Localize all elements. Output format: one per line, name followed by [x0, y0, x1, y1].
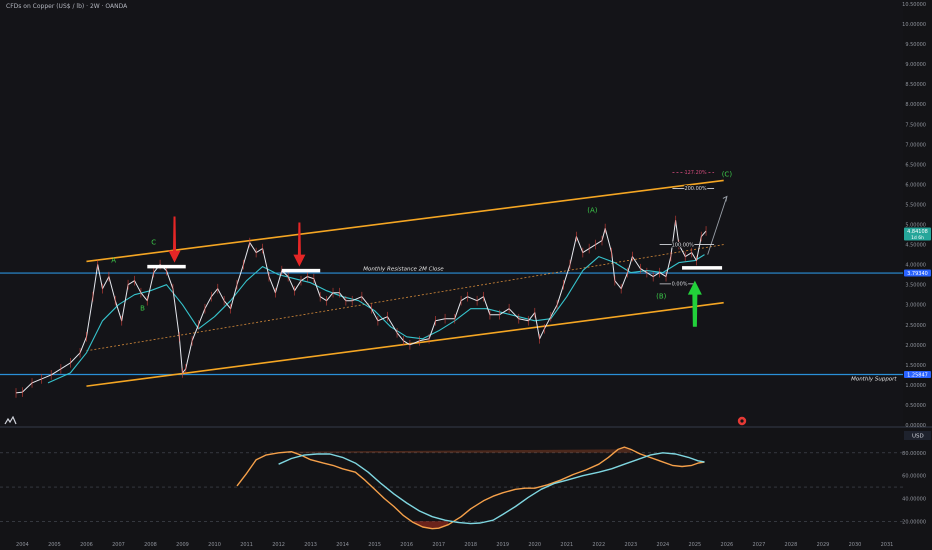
- time-axis-tick-label: 2012: [272, 542, 285, 548]
- time-axis-tick-label: 2030: [849, 542, 862, 548]
- time-axis-tick-label: 2016: [400, 542, 413, 548]
- oscillator-unit-label: USD: [912, 434, 924, 440]
- fib-level-label: 100.00%: [672, 242, 694, 248]
- price-axis-tick-label: 2.50000: [905, 323, 926, 329]
- wave-label: B: [140, 305, 145, 313]
- chart-title: CFDs on Copper (US$ / lb) · 2W · OANDA: [6, 3, 128, 10]
- price-axis-tick-label: 7.50000: [905, 122, 926, 128]
- price-axis-tick-label: 10.50000: [902, 2, 926, 8]
- time-axis-tick-label: 2017: [432, 542, 445, 548]
- price-tag-countdown: 1d 6h: [911, 235, 924, 241]
- time-axis-tick-label: 2021: [560, 542, 573, 548]
- time-axis-tick-label: 2020: [528, 542, 541, 548]
- price-axis-tick-label: 1.50000: [905, 363, 926, 369]
- time-axis-tick-label: 2028: [785, 542, 798, 548]
- price-tag-value: 3.79340: [907, 271, 928, 277]
- wave-label: (A): [587, 206, 598, 214]
- time-axis-tick-label: 2025: [688, 542, 701, 548]
- wave-label: (B): [656, 293, 667, 301]
- chart-root: Monthly Resistance 2M Close Monthly Suppo…: [0, 0, 932, 550]
- chart-canvas[interactable]: Monthly Resistance 2M Close Monthly Suppo…: [0, 0, 932, 550]
- price-axis-tick-label: 4.00000: [905, 263, 926, 269]
- price-axis-tick-label: 4.50000: [905, 243, 926, 249]
- wave-label: (C): [722, 170, 733, 178]
- oscillator-axis-tick-label: 40.00000: [902, 496, 926, 502]
- time-axis-tick-label: 2009: [176, 542, 189, 548]
- time-axis-tick-label: 2007: [112, 542, 125, 548]
- time-axis-tick-label: 2008: [144, 542, 157, 548]
- time-axis-tick-label: 2024: [656, 542, 669, 548]
- time-axis-tick-label: 2029: [817, 542, 830, 548]
- price-axis-tick-label: 0.50000: [905, 403, 926, 409]
- fib-level-label: 127.20%: [684, 170, 706, 176]
- support-label: Monthly Support: [851, 376, 897, 382]
- time-axis-tick-label: 2023: [624, 542, 637, 548]
- earnings-marker-icon[interactable]: [737, 416, 747, 426]
- price-axis-tick-label: 6.00000: [905, 182, 926, 188]
- time-axis-tick-label: 2004: [16, 542, 29, 548]
- price-tag-value: 1.25847: [907, 372, 928, 378]
- fib-level-label: 200.00%: [684, 186, 706, 192]
- price-axis-tick-label: 0.00000: [905, 423, 926, 429]
- time-axis-tick-label: 2006: [80, 542, 93, 548]
- fib-level-label: 0.00%: [672, 282, 688, 288]
- time-axis-tick-label: 2010: [208, 542, 221, 548]
- oscillator-axis-tick-label: 80.00000: [902, 451, 926, 457]
- price-axis-tick-label: 8.50000: [905, 82, 926, 88]
- price-tag-value: 4.84108: [907, 229, 928, 235]
- time-axis-tick-label: 2022: [592, 542, 605, 548]
- price-axis-tick-label: 9.50000: [905, 42, 926, 48]
- price-axis-tick-label: 9.00000: [905, 62, 926, 68]
- price-axis-tick-label: 2.00000: [905, 343, 926, 349]
- price-axis-tick-label: 10.00000: [902, 22, 926, 28]
- oscillator-axis-tick-label: 60.00000: [902, 474, 926, 480]
- time-axis-tick-label: 2019: [496, 542, 509, 548]
- price-axis-tick-label: 5.50000: [905, 202, 926, 208]
- price-axis-tick-label: 3.00000: [905, 303, 926, 309]
- time-axis-tick-label: 2018: [464, 542, 477, 548]
- wave-label: A: [111, 257, 116, 265]
- time-axis-tick-label: 2031: [881, 542, 894, 548]
- tradingview-logo-icon: [4, 416, 17, 425]
- time-axis-tick-label: 2027: [753, 542, 766, 548]
- price-axis-tick-label: 7.00000: [905, 142, 926, 148]
- time-axis-tick-label: 2005: [48, 542, 61, 548]
- time-axis-tick-label: 2011: [240, 542, 253, 548]
- resistance-label: Monthly Resistance 2M Close: [363, 267, 444, 273]
- time-axis-tick-label: 2014: [336, 542, 349, 548]
- oscillator-axis-tick-label: 20.00000: [902, 519, 926, 525]
- time-axis-tick-label: 2013: [304, 542, 317, 548]
- price-axis-tick-label: 8.00000: [905, 102, 926, 108]
- time-axis-tick-label: 2026: [721, 542, 734, 548]
- time-axis-tick-label: 2015: [368, 542, 381, 548]
- price-axis-tick-label: 3.50000: [905, 283, 926, 289]
- price-axis-tick-label: 1.00000: [905, 383, 926, 389]
- wave-label: C: [151, 239, 156, 247]
- price-axis-tick-label: 6.50000: [905, 162, 926, 168]
